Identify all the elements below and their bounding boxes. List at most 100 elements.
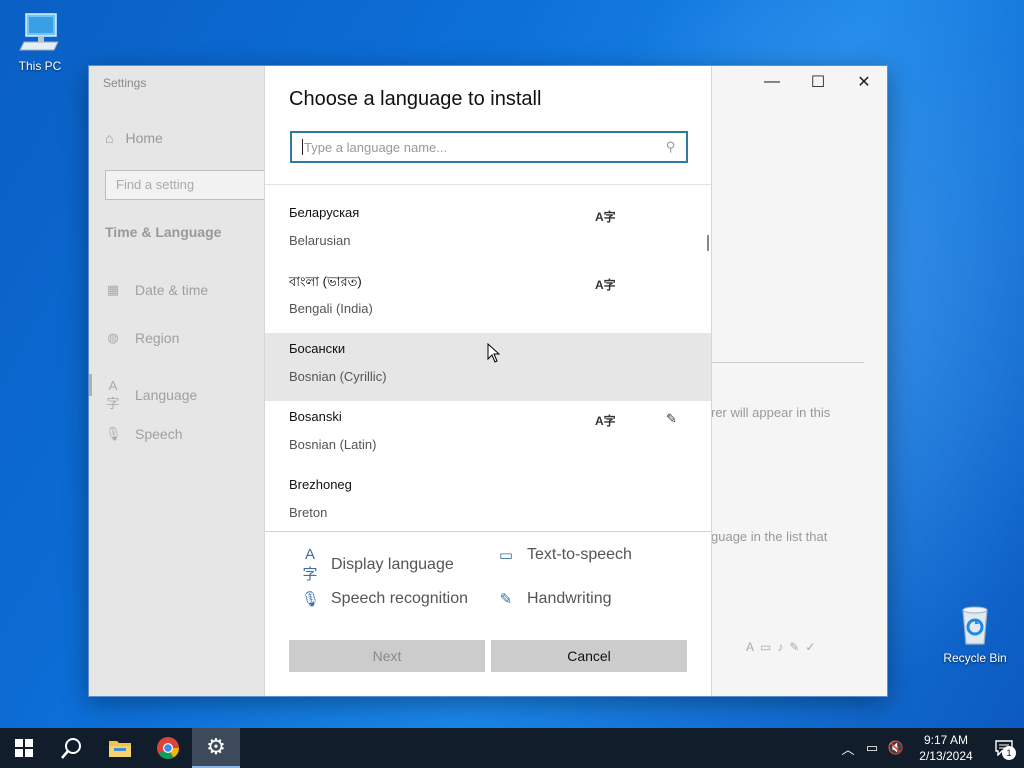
language-native-name: Беларуская — [289, 205, 360, 220]
handwriting-icon: ✎ — [666, 411, 677, 426]
show-hidden-icons[interactable]: ︿ — [836, 739, 860, 758]
settings-taskbar-button[interactable]: ⚙ — [192, 728, 240, 768]
gear-icon: ⚙ — [206, 734, 226, 759]
desktop-icon-label: This PC — [18, 59, 62, 73]
display-language-icon: A字 — [595, 414, 616, 428]
window-title: Settings — [103, 76, 147, 90]
language-english-name: Bengali (India) — [289, 301, 373, 316]
sidebar-item-label: Language — [135, 387, 198, 403]
legend-speech-recognition: 🎙 Speech recognition — [301, 590, 468, 608]
desktop-icon-this-pc[interactable]: This PC — [0, 10, 80, 73]
language-search-input[interactable] — [304, 139, 667, 155]
desktop-icon-recycle-bin[interactable]: Recycle Bin — [935, 602, 1015, 665]
language-english-name: Breton — [289, 505, 328, 520]
clock-time: 9:17 AM — [923, 733, 969, 747]
display-language-icon: A字 — [595, 210, 616, 224]
active-indicator — [89, 374, 92, 396]
clock-date: 2/13/2024 — [919, 749, 973, 763]
taskbar: ⚙ ︿ ▭ 🔇 9:17 AM 2/13/2024 1 — [0, 728, 1024, 768]
sidebar-item-label: Speech — [135, 426, 183, 442]
close-icon: ✕ — [857, 74, 871, 91]
text-to-speech-icon: ▭ — [498, 547, 514, 564]
minimize-button[interactable]: — — [749, 66, 795, 98]
cancel-button[interactable]: Cancel — [491, 640, 687, 672]
legend-label: Handwriting — [527, 590, 612, 607]
check-icon: ✓ — [805, 640, 822, 654]
computer-icon — [19, 13, 59, 51]
file-explorer-button[interactable] — [96, 728, 144, 768]
mouse-cursor-icon — [487, 343, 501, 363]
handwriting-icon: ✎ — [499, 591, 513, 608]
next-button[interactable]: Next — [289, 640, 485, 672]
feature-legend: A字 Display language ▭ Text-to-speech 🎙 S… — [265, 532, 711, 632]
chevron-up-icon: ︿ — [841, 741, 855, 757]
microphone-icon: ♪ — [777, 640, 790, 654]
action-center-button[interactable]: 1 — [984, 728, 1024, 768]
network-icon[interactable]: ▭ — [860, 740, 884, 756]
chrome-button[interactable] — [144, 728, 192, 768]
close-button[interactable]: ✕ — [841, 66, 887, 98]
sidebar-item-home[interactable]: ⌂ Home — [105, 130, 163, 146]
legend-handwriting: ✎ Handwriting — [497, 590, 612, 608]
list-item[interactable]: Беларуская Belarusian A字 — [265, 197, 711, 265]
settings-sidebar: Settings ⌂ Home Find a setting Time & La… — [89, 66, 275, 696]
language-icon: A — [746, 640, 761, 654]
speech-icon: ▭ — [760, 640, 778, 654]
calendar-clock-icon: ▦ — [106, 282, 120, 297]
sidebar-item-speech[interactable]: 🎙 Speech — [105, 426, 182, 442]
search-icon[interactable]: ⚲ — [666, 139, 676, 155]
language-icon: A字 — [106, 378, 120, 411]
find-setting-input[interactable]: Find a setting — [105, 170, 275, 200]
sidebar-item-label: Region — [135, 330, 180, 346]
clock[interactable]: 9:17 AM 2/13/2024 — [908, 732, 984, 764]
handwriting-icon: ✎ — [789, 640, 806, 654]
folder-icon — [109, 741, 131, 757]
search-button[interactable] — [48, 728, 96, 768]
microphone-icon: 🎙 — [301, 591, 321, 608]
sidebar-item-date-time[interactable]: ▦ Date & time — [105, 282, 208, 298]
sidebar-item-label: Home — [125, 130, 163, 146]
list-item[interactable]: বাংলা (ভারত) Bengali (India) A字 — [265, 265, 711, 333]
language-native-name: বাংলা (ভারত) — [289, 274, 362, 289]
text-caret — [302, 139, 303, 155]
divider — [712, 362, 864, 363]
language-english-name: Bosnian (Latin) — [289, 437, 377, 452]
display-language-icon: A字 — [302, 546, 318, 583]
language-native-name: Brezhoneg — [289, 477, 352, 492]
section-title: Time & Language — [105, 224, 222, 240]
start-button[interactable] — [0, 728, 48, 768]
home-icon: ⌂ — [105, 130, 114, 146]
language-english-name: Belarusian — [289, 233, 351, 248]
globe-icon: ◍ — [107, 330, 119, 345]
minimize-icon: — — [764, 73, 780, 90]
background-text: guage in the list that — [711, 529, 828, 544]
system-tray: ︿ ▭ 🔇 9:17 AM 2/13/2024 1 — [836, 728, 1024, 768]
legend-text-to-speech: ▭ Text-to-speech — [497, 546, 632, 564]
microphone-icon: 🎙 — [105, 426, 122, 441]
volume-muted-icon[interactable]: 🔇 — [884, 740, 908, 756]
desktop-icon-label: Recycle Bin — [943, 651, 1007, 665]
dialog-title: Choose a language to install — [289, 88, 542, 110]
chrome-icon — [157, 737, 179, 759]
legend-display-language: A字 Display language — [301, 546, 454, 584]
maximize-button[interactable]: ☐ — [795, 66, 841, 98]
choose-language-dialog: Choose a language to install ⚲ Беларуска… — [264, 66, 712, 696]
sidebar-item-label: Date & time — [135, 282, 209, 298]
list-item[interactable]: Bosanski Bosnian (Latin) A字 ✎ — [265, 401, 711, 469]
legend-label: Text-to-speech — [527, 546, 632, 563]
language-english-name: Bosnian (Cyrillic) — [289, 369, 387, 384]
maximize-icon: ☐ — [810, 74, 826, 91]
background-text: rer will appear in this — [711, 405, 831, 420]
language-native-name: Босански — [289, 341, 346, 356]
scrollbar-thumb[interactable] — [707, 235, 709, 251]
windows-logo-icon — [15, 739, 33, 757]
legend-label: Display language — [331, 556, 454, 573]
sidebar-item-region[interactable]: ◍ Region — [105, 330, 179, 346]
notification-count-badge: 1 — [1002, 746, 1016, 760]
window-controls: — ☐ ✕ — [749, 66, 887, 98]
display-language-icon: A字 — [595, 278, 616, 292]
recycle-bin-icon — [962, 606, 988, 645]
language-search-box[interactable]: ⚲ — [290, 131, 688, 163]
sidebar-item-language[interactable]: A字 Language — [105, 378, 197, 412]
list-item[interactable]: Brezhoneg Breton — [265, 469, 711, 531]
